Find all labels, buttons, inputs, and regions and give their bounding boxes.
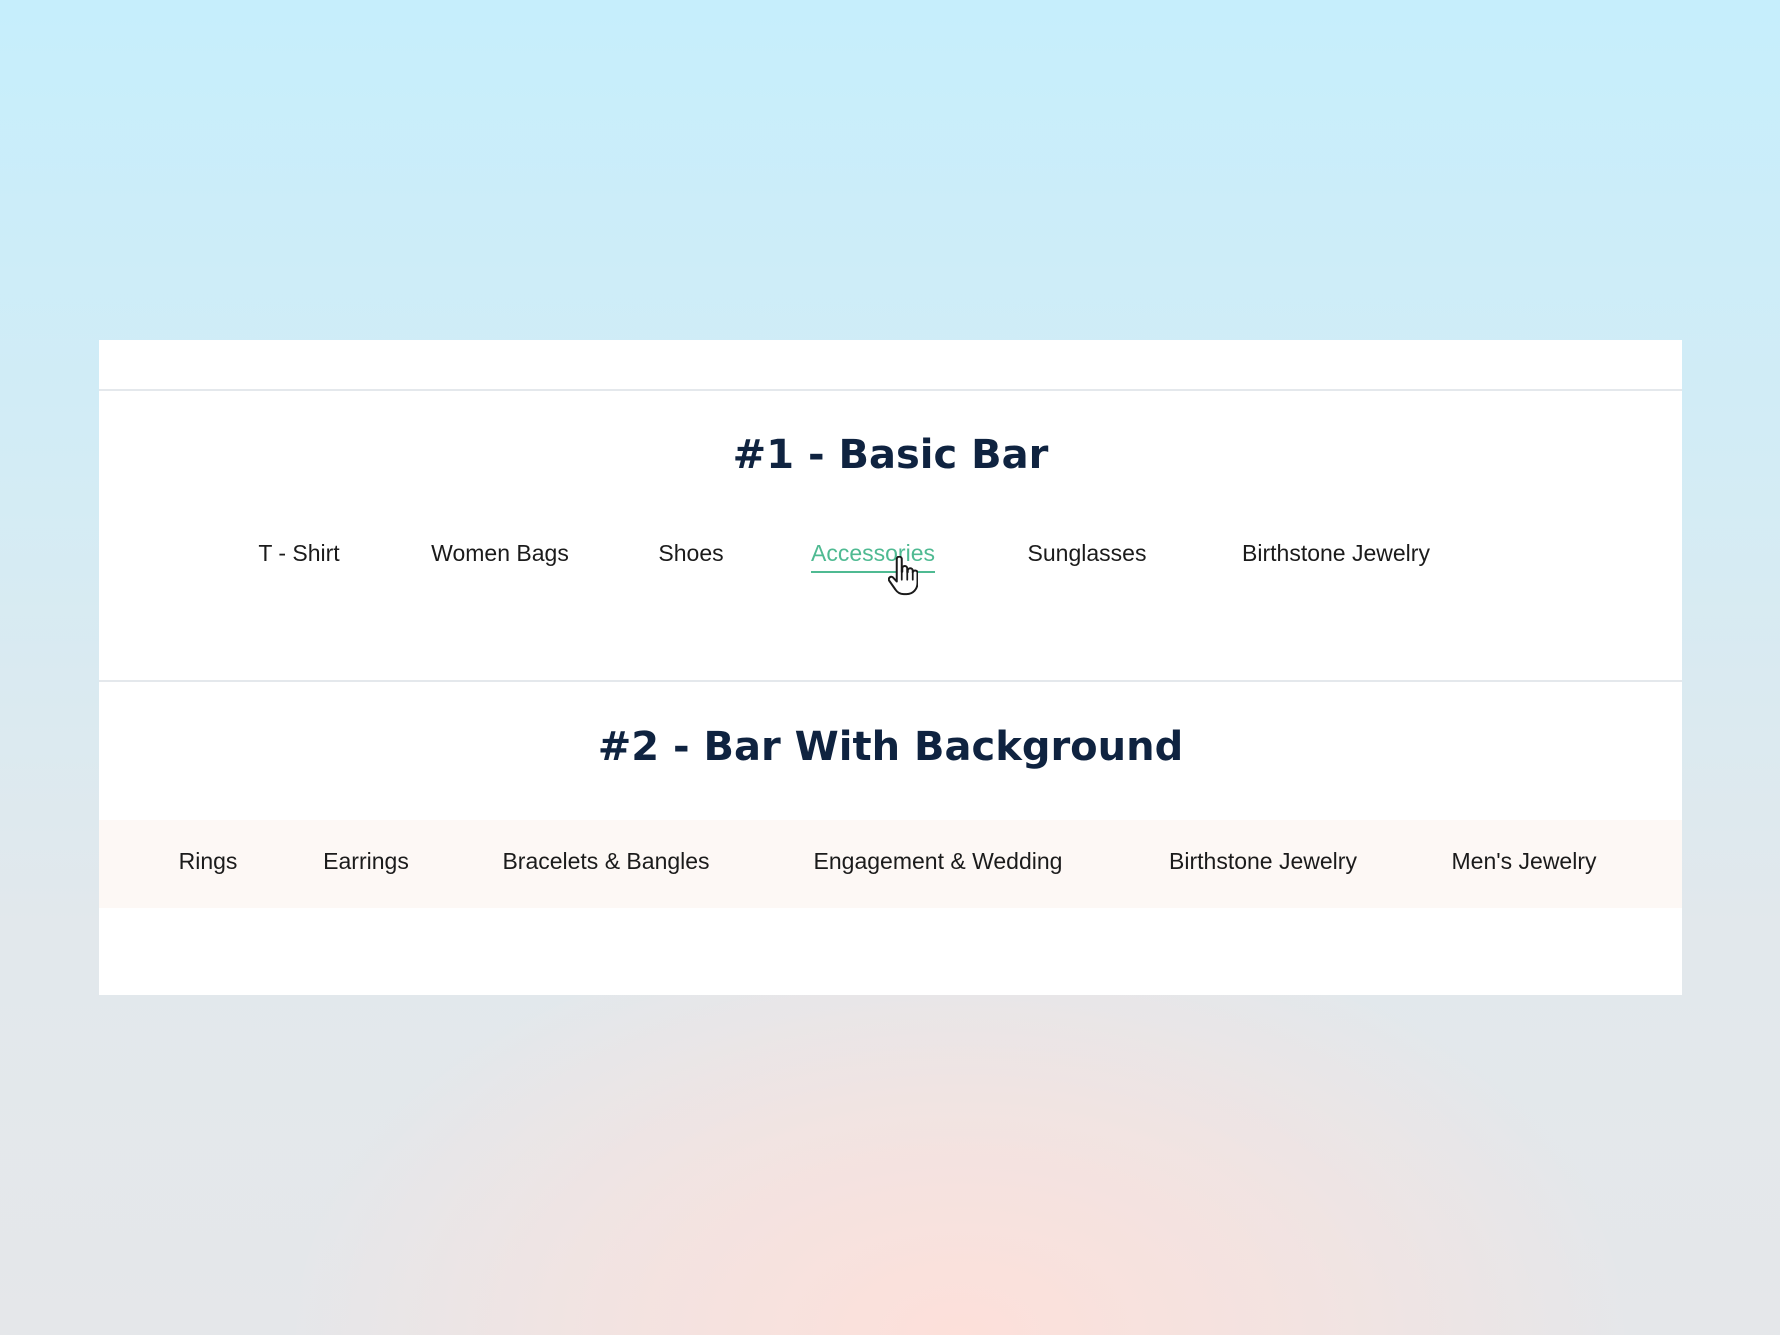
nav-item-t-shirt[interactable]: T - Shirt (258, 540, 339, 571)
demo-card: #1 - Basic Bar T - Shirt Women Bags Shoe… (99, 340, 1682, 995)
background-bar-nav: Rings Earrings Bracelets & Bangles Engag… (99, 848, 1682, 888)
basic-bar-nav: T - Shirt Women Bags Shoes Accessories S… (99, 540, 1682, 580)
nav-item-earrings[interactable]: Earrings (323, 848, 409, 879)
section-1-title: #1 - Basic Bar (732, 432, 1049, 478)
nav-item-accessories[interactable]: Accessories (811, 540, 935, 573)
nav-item-rings[interactable]: Rings (179, 848, 238, 879)
nav-item-birthstone-jewelry-2[interactable]: Birthstone Jewelry (1169, 848, 1357, 879)
nav-item-engagement-wedding[interactable]: Engagement & Wedding (814, 848, 1063, 879)
nav-item-birthstone-jewelry[interactable]: Birthstone Jewelry (1242, 540, 1430, 571)
section-divider (99, 680, 1682, 682)
section-2-title: #2 - Bar With Background (597, 724, 1184, 770)
nav-item-sunglasses[interactable]: Sunglasses (1028, 540, 1147, 571)
nav-item-shoes[interactable]: Shoes (658, 540, 723, 571)
nav-item-women-bags[interactable]: Women Bags (431, 540, 569, 571)
nav-item-mens-jewelry[interactable]: Men's Jewelry (1452, 848, 1597, 879)
top-strip (99, 340, 1682, 391)
nav-item-bracelets-bangles[interactable]: Bracelets & Bangles (502, 848, 709, 879)
